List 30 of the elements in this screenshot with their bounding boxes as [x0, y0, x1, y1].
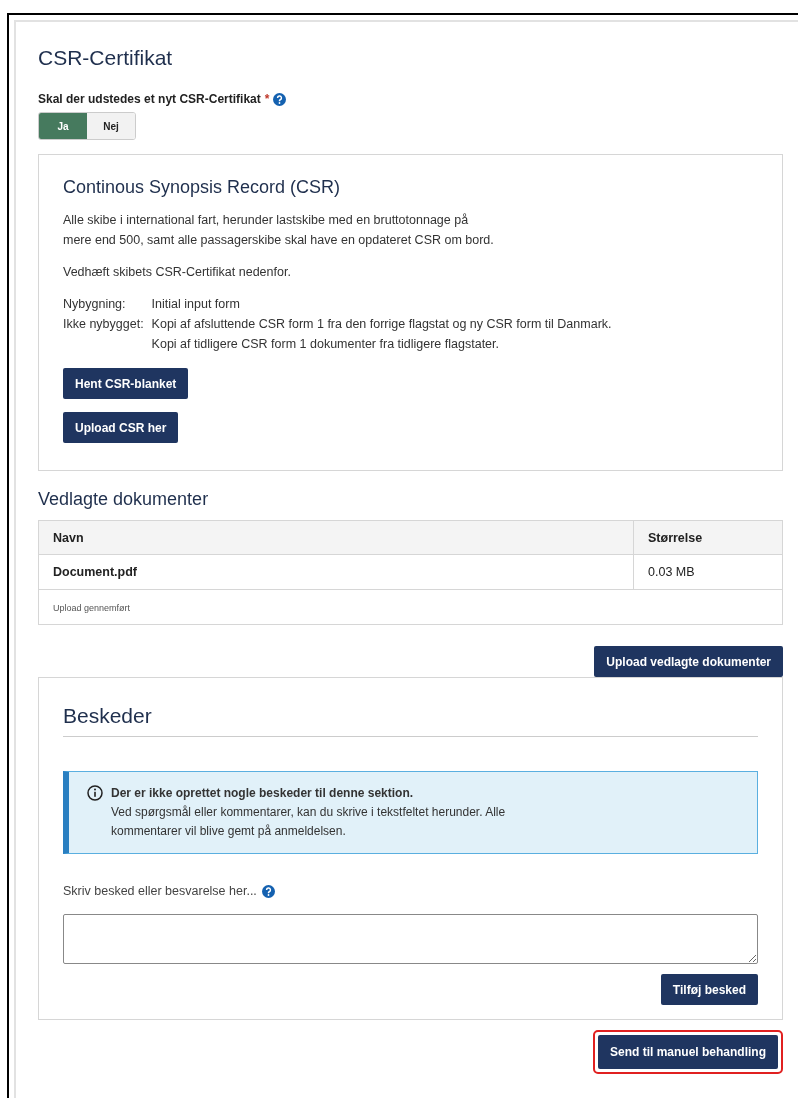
action-button[interactable]: Hent CSR-blanket [63, 368, 189, 399]
message-field[interactable] [63, 914, 758, 964]
alert-text: Der er ikke oprettet nogle beskeder til denne sektion. Ved spørgsmål eller kommentarer, kan du skrive i tekstfeltet herunder. Alle kommentarer vil blive gemt på anmeldelsen. [111, 785, 506, 840]
paragraph: Vedhæft skibets CSR-Certifikat nedenfor. [63, 264, 291, 281]
submit-button[interactable]: Send til manuel behandling [598, 1035, 778, 1069]
column-header: Navn [38, 520, 634, 555]
table-cell: Document.pdf [38, 554, 634, 590]
action-button[interactable]: Upload CSR her [63, 412, 179, 443]
add-message-button[interactable]: Tilføj besked [660, 974, 758, 1005]
column-header: Størrelse [633, 520, 783, 555]
help-icon[interactable] [261, 884, 275, 898]
required-mark: * [264, 92, 270, 106]
toggle-option[interactable]: Ja [39, 113, 87, 139]
section-title: CSR-Certifikat [38, 46, 174, 70]
definition-text: Kopi af afsluttende CSR form 1 fra den forrige flagstat og ny CSR form til Danmark. Kopi af tidligere CSR form 1 dokumenter fra tidligere flagstater. [151, 316, 612, 353]
definition-text: Initial input form [151, 296, 241, 313]
definition-term: Ikke nybygget: [63, 316, 144, 333]
definition-term: Nybygning: [63, 296, 127, 313]
message-label: Skriv besked eller besvarelse her... [63, 884, 257, 898]
card-title: Continous Synopsis Record (CSR) [63, 177, 341, 198]
info-icon [87, 785, 103, 801]
documents-title: Vedlagte dokumenter [38, 489, 210, 510]
toggle-option[interactable]: Nej [87, 113, 135, 139]
upload-status: Upload gennemført [53, 603, 131, 613]
upload-button[interactable]: Upload vedlagte dokumenter [594, 646, 783, 677]
help-icon[interactable] [273, 92, 287, 106]
question-label: Skal der udstedes et nyt CSR-Certifikat [38, 92, 261, 106]
messages-title: Beskeder [63, 704, 758, 737]
table-cell: 0.03 MB [633, 554, 783, 590]
paragraph: Alle skibe i international fart, herunder lastskibe med en bruttotonnage på mere end 500, samt alle passagerskibe skal have en opdateret CSR om bord. [63, 212, 494, 249]
